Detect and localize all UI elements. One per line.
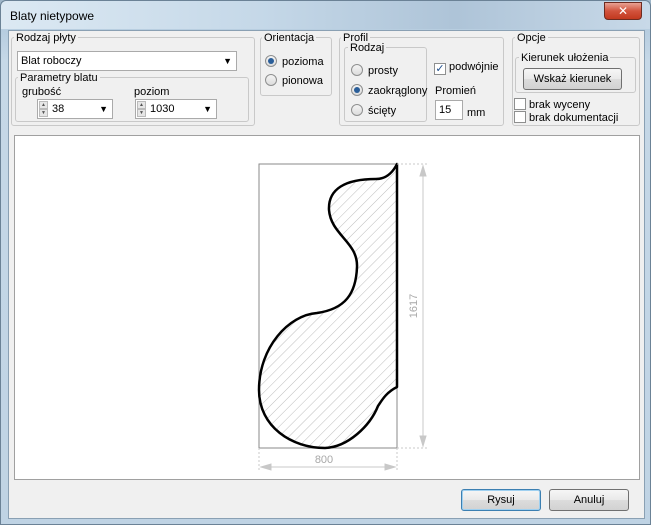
chevron-down-icon: ▼ — [203, 104, 212, 114]
promien-unit: mm — [467, 107, 486, 119]
wskaz-kierunek-button[interactable]: Wskaż kierunek — [523, 68, 622, 90]
spin-up-icon[interactable]: ▲ — [39, 101, 48, 109]
radio-unselected-icon — [351, 104, 363, 116]
spin-up-icon[interactable]: ▲ — [137, 101, 146, 109]
grubosc-value: 38 — [52, 103, 65, 115]
width-dimension-label: 800 — [315, 454, 333, 466]
radio-pozioma-label: pozioma — [282, 56, 324, 68]
grubosc-spinner[interactable]: ▲ ▼ 38 ▼ — [37, 99, 113, 119]
rodzaj-plyty-select[interactable]: Blat roboczy ▼ — [17, 51, 237, 71]
radio-selected-icon — [265, 55, 277, 67]
promien-input[interactable]: 15 — [435, 100, 463, 120]
chevron-down-icon: ▼ — [99, 104, 108, 114]
checkbox-empty-icon — [514, 111, 526, 123]
radio-unselected-icon — [351, 64, 363, 76]
anuluj-button[interactable]: Anuluj — [549, 489, 629, 511]
rysuj-button[interactable]: Rysuj — [461, 489, 541, 511]
grubosc-label: grubość — [22, 86, 62, 98]
radio-pionowa[interactable]: pionowa — [265, 74, 323, 88]
spin-down-icon[interactable]: ▼ — [137, 109, 146, 117]
radio-prosty[interactable]: prosty — [351, 64, 398, 78]
spin-down-icon[interactable]: ▼ — [39, 109, 48, 117]
podwojnie-label: podwójnie — [449, 61, 499, 73]
rodzaj-plyty-value: Blat roboczy — [21, 55, 82, 67]
brak-wyceny-label: brak wyceny — [529, 99, 591, 111]
podwojnie-checkbox[interactable]: ✓ podwójnie — [434, 61, 499, 75]
radio-zaokraglony-label: zaokrąglony — [368, 85, 428, 97]
countertop-drawing: 1617 800 — [257, 162, 427, 471]
checkbox-empty-icon — [514, 98, 526, 110]
height-dimension-label: 1617 — [408, 294, 420, 318]
brak-wyceny-checkbox[interactable]: brak wyceny — [514, 98, 590, 112]
rodzaj-profilu-label: Rodzaj — [348, 42, 387, 54]
radio-sciety-label: ścięty — [368, 105, 397, 117]
promien-label: Promień — [435, 85, 476, 97]
poziom-spinner[interactable]: ▲ ▼ 1030 ▼ — [135, 99, 217, 119]
dialog-client-area: Rodzaj płyty Blat roboczy ▼ Parametry bl… — [8, 30, 645, 519]
window-title: Blaty nietypowe — [10, 9, 95, 23]
orientacja-label: Orientacja — [262, 32, 317, 44]
poziom-label: poziom — [134, 86, 170, 98]
radio-sciety[interactable]: ścięty — [351, 104, 396, 118]
blat-shape — [257, 162, 399, 450]
radio-zaokraglony[interactable]: zaokrąglony — [351, 84, 427, 98]
parametry-blatu-label: Parametry blatu — [18, 72, 100, 84]
radio-selected-icon — [351, 84, 363, 96]
drawing-canvas[interactable]: 1617 800 — [14, 135, 640, 480]
radio-prosty-label: prosty — [368, 65, 398, 77]
brak-dokumentacji-checkbox[interactable]: brak dokumentacji — [514, 111, 618, 125]
checkmark-icon: ✓ — [434, 63, 446, 75]
brak-dokumentacji-label: brak dokumentacji — [529, 112, 619, 124]
radio-pozioma[interactable]: pozioma — [265, 55, 324, 69]
dialog-window: Blaty nietypowe ✕ Rodzaj płyty Blat robo… — [0, 0, 651, 525]
radio-unselected-icon — [265, 74, 277, 86]
title-bar[interactable]: Blaty nietypowe ✕ — [1, 1, 650, 29]
radio-pionowa-label: pionowa — [282, 75, 323, 87]
chevron-down-icon: ▼ — [223, 56, 232, 66]
rodzaj-plyty-label: Rodzaj płyty — [14, 32, 78, 44]
kierunek-label: Kierunek ułożenia — [519, 52, 611, 64]
poziom-value: 1030 — [150, 103, 175, 115]
opcje-label: Opcje — [515, 32, 548, 44]
close-button[interactable]: ✕ — [604, 2, 642, 20]
